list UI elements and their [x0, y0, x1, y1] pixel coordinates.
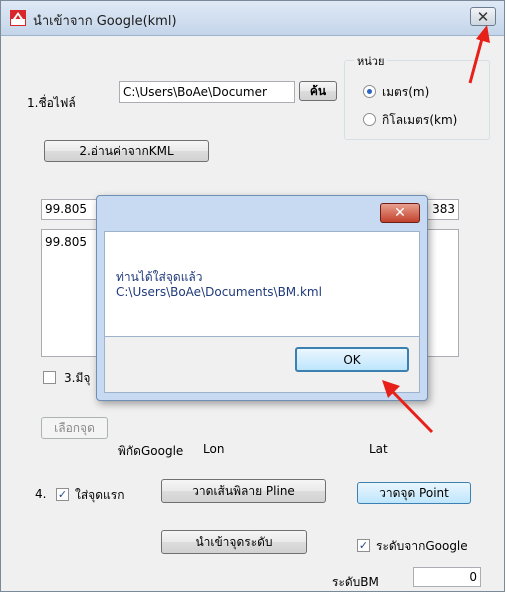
google-coords-label: พิกัดGoogle	[118, 444, 184, 458]
dialog-message: ท่านได้ใส่จุดแล้ว C:\Users\BoAe\Document…	[116, 270, 322, 300]
close-icon: ✕	[476, 8, 490, 26]
dialog-button-bar: OK	[104, 337, 420, 393]
dialog-message-line1: ท่านได้ใส่จุดแล้ว	[116, 270, 203, 284]
unit-meter-label: เมตร(m)	[382, 85, 430, 99]
dialog-close-button[interactable]: ✕	[380, 203, 420, 223]
file-path-input[interactable]: C:\Users\BoAe\Documer	[119, 81, 295, 103]
import-google-kml-window: นำเข้าจาก Google(kml) ✕ 1.ชื่อไฟล์ C:\Us…	[0, 0, 505, 592]
bm-label: ระดับBM	[332, 575, 379, 589]
import-level-points-button[interactable]: นำเข้าจุดระดับ	[161, 530, 307, 554]
file-label: 1.ชื่อไฟล์	[27, 96, 76, 110]
message-dialog: ✕ ท่านได้ใส่จุดแล้ว C:\Users\BoAe\Docume…	[96, 195, 428, 401]
app-logo-icon	[10, 10, 26, 26]
step3-label: 3.มีจุ	[64, 371, 91, 385]
title-bar[interactable]: นำเข้าจาก Google(kml) ✕	[1, 1, 504, 36]
annotation-arrow-ok	[382, 380, 434, 434]
unit-group-label: หน่วย	[354, 52, 388, 70]
window-title: นำเข้าจาก Google(kml)	[33, 14, 177, 29]
bm-input[interactable]: 0	[413, 567, 481, 587]
first-point-label: ใส่จุดแรก	[75, 488, 125, 502]
step3-checkbox[interactable]	[43, 371, 56, 384]
level-from-google-label: ระดับจากGoogle	[376, 539, 468, 553]
level-from-google-checkbox[interactable]: ✓	[357, 539, 370, 552]
read-kml-button[interactable]: 2.อ่านค่าจากKML	[44, 140, 209, 162]
draw-point-button[interactable]: วาดจุด Point	[357, 482, 471, 504]
lon-label: Lon	[203, 442, 225, 456]
unit-meter-radio[interactable]	[363, 85, 376, 98]
dialog-ok-button[interactable]: OK	[295, 347, 409, 372]
window-close-button[interactable]: ✕	[470, 7, 496, 26]
unit-kilometer-label: กิโลเมตร(km)	[382, 113, 458, 127]
dialog-message-line2: C:\Users\BoAe\Documents\BM.kml	[116, 285, 322, 299]
close-icon: ✕	[394, 205, 406, 221]
unit-kilometer-radio[interactable]	[363, 113, 376, 126]
first-point-checkbox[interactable]: ✓	[56, 488, 69, 501]
dialog-message-area: ท่านได้ใส่จุดแล้ว C:\Users\BoAe\Document…	[104, 231, 420, 337]
select-point-button[interactable]: เลือกจุด	[41, 417, 108, 439]
step4-label: 4.	[35, 487, 47, 501]
annotation-arrow-close	[468, 25, 490, 84]
browse-button[interactable]: ค้น	[299, 81, 337, 101]
draw-pline-button[interactable]: วาดเส้นพิลาย Pline	[161, 479, 326, 503]
lat-label: Lat	[369, 442, 388, 456]
